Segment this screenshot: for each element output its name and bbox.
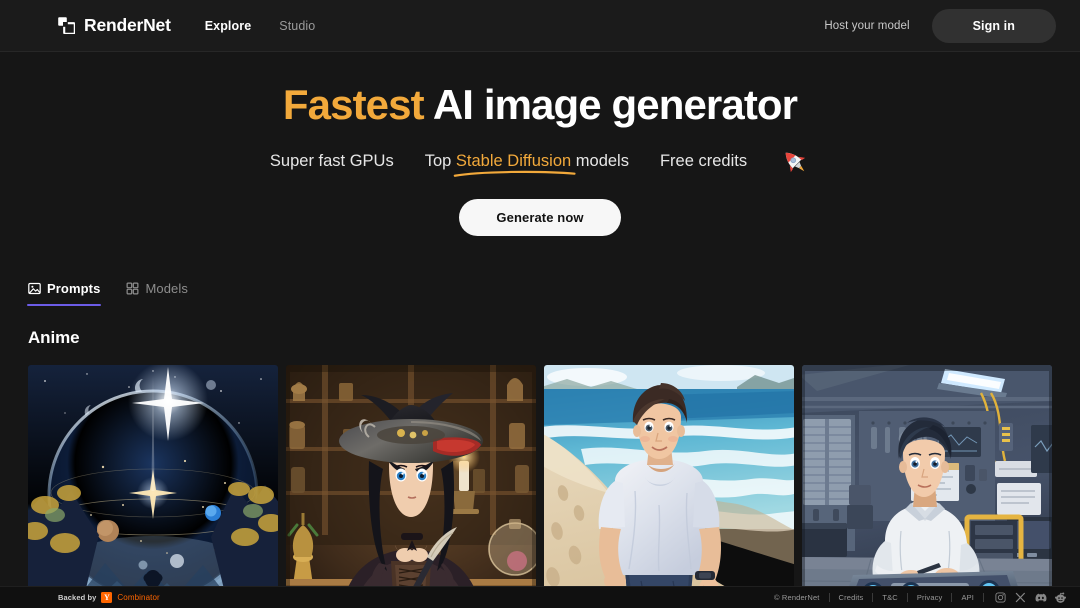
hero-cta-row: Generate now — [0, 198, 1080, 236]
brand-name: RenderNet — [84, 15, 171, 35]
footer-link-api[interactable]: API — [952, 593, 983, 602]
hero-feature-models-suffix: models — [571, 152, 629, 171]
x-twitter-icon[interactable] — [1015, 592, 1026, 603]
prompt-gallery-grid — [0, 364, 1080, 608]
tab-models[interactable]: Models — [126, 281, 188, 306]
tab-models-label: Models — [145, 280, 188, 296]
tab-prompts[interactable]: Prompts — [26, 280, 102, 306]
reddit-icon[interactable] — [1055, 592, 1066, 603]
backed-by-label: Backed by — [58, 593, 97, 602]
discord-icon[interactable] — [1035, 592, 1047, 603]
nav-item-studio[interactable]: Studio — [279, 19, 315, 33]
hero-feature-gpus: Super fast GPUs — [269, 152, 394, 171]
hero-title-accent: Fastest — [282, 81, 425, 128]
underline-swoosh-icon — [453, 170, 576, 177]
card-beach-boy[interactable] — [544, 364, 794, 608]
card-witch-writing[interactable] — [286, 364, 536, 608]
stable-diffusion-highlight: Stable Diffusion — [453, 152, 576, 177]
page-root: RenderNet Explore Studio Host your model… — [0, 0, 1080, 608]
site-footer: Backed by Y Combinator © RenderNet Credi… — [0, 586, 1080, 608]
footer-link-tc[interactable]: T&C — [873, 593, 906, 602]
hero-feature-credits: Free credits — [659, 152, 748, 171]
image-icon — [28, 282, 41, 295]
hero-feature-models-prefix: Top — [424, 152, 456, 171]
host-your-model-link[interactable]: Host your model — [824, 20, 909, 32]
card-workshop-boy[interactable] — [802, 364, 1052, 608]
page-title: Fastest AI image generator — [0, 80, 1080, 130]
grid-icon — [126, 282, 139, 295]
hero-feature-models: Top Stable Diffusion models — [424, 152, 629, 177]
hero-subtitle: Super fast GPUs Top Stable Diffusion mod… — [0, 147, 1080, 177]
brand-logo[interactable]: RenderNet — [58, 15, 171, 36]
copyright-label: © RenderNet — [774, 593, 820, 602]
y-combinator-logo-icon: Y — [101, 592, 113, 603]
footer-link-privacy[interactable]: Privacy — [908, 593, 952, 602]
generate-now-button[interactable]: Generate now — [459, 198, 621, 236]
tab-prompts-label: Prompts — [47, 280, 101, 296]
nav-item-explore[interactable]: Explore — [205, 19, 252, 33]
social-links — [984, 592, 1066, 603]
stable-diffusion-label: Stable Diffusion — [455, 152, 572, 171]
overlapping-squares-icon — [58, 17, 75, 34]
footer-link-credits[interactable]: Credits — [830, 593, 873, 602]
footer-links: © RenderNet Credits T&C Privacy API — [765, 592, 1066, 603]
card-cosmic-planet[interactable] — [28, 364, 278, 608]
sign-in-button[interactable]: Sign in — [931, 8, 1056, 43]
rocket-icon — [780, 147, 810, 177]
hero-title-rest: AI image generator — [423, 81, 798, 128]
instagram-icon[interactable] — [995, 592, 1006, 603]
header-actions: Host your model Sign in — [824, 8, 1056, 43]
section-title-anime: Anime — [28, 327, 80, 347]
y-combinator-name: Combinator — [117, 593, 160, 602]
content-tabs: Prompts Models — [0, 281, 1080, 306]
backed-by-yc[interactable]: Backed by Y Combinator — [58, 592, 160, 603]
site-header: RenderNet Explore Studio Host your model… — [0, 0, 1080, 52]
hero-section: Fastest AI image generator Super fast GP… — [0, 52, 1080, 236]
main-nav: Explore Studio — [205, 19, 316, 33]
